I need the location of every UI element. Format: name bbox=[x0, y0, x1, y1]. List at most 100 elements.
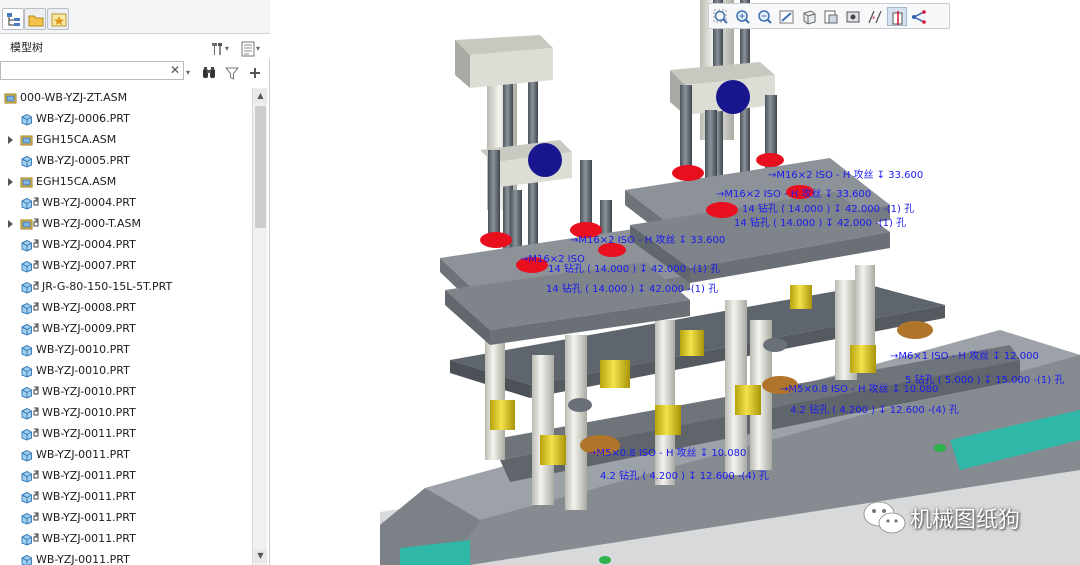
hole-annotation[interactable]: 14 钻孔 ( 14.000 ) ↧ 42.000 -(1) 孔 bbox=[742, 202, 914, 215]
chevron-down-icon[interactable]: ▾ bbox=[186, 65, 194, 81]
part-icon bbox=[20, 554, 33, 565]
tree-item[interactable]: WB-YZJ-0011.PRT bbox=[0, 445, 252, 466]
expand-arrow-icon[interactable] bbox=[7, 135, 15, 145]
part-icon bbox=[20, 386, 33, 399]
part-icon bbox=[20, 365, 33, 378]
tree-item-label: WB-YZJ-0011.PRT bbox=[42, 427, 136, 440]
hole-annotation[interactable]: 5 钻孔 ( 5.000 ) ↧ 15.000 -(1) 孔 bbox=[905, 373, 1064, 386]
zoom-out-icon[interactable] bbox=[755, 7, 775, 26]
scroll-down-icon[interactable]: ▼ bbox=[254, 549, 267, 563]
add-icon[interactable] bbox=[247, 65, 263, 81]
tree-item[interactable]: WB-YZJ-000-T.ASM bbox=[0, 214, 252, 235]
graphics-viewport[interactable]: →M16×2 ISO - H 攻丝 ↧ 33.600 14 钻孔 ( 14.000… bbox=[270, 0, 1080, 565]
tree-item[interactable]: WB-YZJ-0005.PRT bbox=[0, 151, 252, 172]
csys-display-icon[interactable] bbox=[909, 7, 929, 26]
assembly-icon bbox=[20, 134, 33, 147]
tree-item[interactable]: JR-G-80-150-15L-5T.PRT bbox=[0, 277, 252, 298]
tree-item[interactable]: WB-YZJ-0010.PRT bbox=[0, 382, 252, 403]
annotation-display-icon[interactable]: * bbox=[865, 7, 885, 26]
link-icon bbox=[33, 511, 41, 524]
tree-item-label: JR-G-80-150-15L-5T.PRT bbox=[42, 280, 173, 293]
tree-item-label: 000-WB-YZJ-ZT.ASM bbox=[20, 91, 128, 104]
tree-item-label: EGH15CA.ASM bbox=[36, 175, 117, 188]
tree-item-label: WB-YZJ-0005.PRT bbox=[36, 154, 130, 167]
hole-annotation[interactable]: →M5×0.8 ISO - H 攻丝 ↧ 10.080 bbox=[588, 446, 746, 459]
scroll-thumb[interactable] bbox=[255, 106, 266, 228]
tree-item-label: WB-YZJ-0011.PRT bbox=[42, 469, 136, 482]
part-icon bbox=[20, 155, 33, 168]
hole-annotation[interactable]: →M6×1 ISO - H 攻丝 ↧ 12.000 bbox=[890, 349, 1039, 362]
tree-item-label: WB-YZJ-0011.PRT bbox=[36, 553, 130, 565]
expand-arrow-icon[interactable] bbox=[7, 177, 15, 187]
tree-item[interactable]: EGH15CA.ASM bbox=[0, 130, 252, 151]
hole-annotation[interactable]: →M16×2 ISO - H 攻丝 ↧ 33.600 bbox=[716, 187, 871, 200]
link-icon bbox=[33, 217, 41, 230]
scroll-up-icon[interactable]: ▲ bbox=[254, 89, 267, 103]
tree-item-label: WB-YZJ-0011.PRT bbox=[42, 532, 136, 545]
tree-item[interactable]: WB-YZJ-0011.PRT bbox=[0, 508, 252, 529]
tree-item-label: WB-YZJ-0009.PRT bbox=[42, 322, 136, 335]
tree-item[interactable]: EGH15CA.ASM bbox=[0, 172, 252, 193]
link-icon bbox=[33, 406, 41, 419]
tree-item[interactable]: WB-YZJ-0011.PRT bbox=[0, 487, 252, 508]
navigator-tabs bbox=[0, 0, 270, 34]
chevron-down-icon[interactable]: ▾ bbox=[256, 41, 264, 57]
show-columns-icon[interactable] bbox=[240, 41, 256, 57]
tree-scrollbar[interactable]: ▲ ▼ bbox=[252, 88, 267, 565]
repaint-icon[interactable] bbox=[777, 7, 797, 26]
tree-item[interactable]: WB-YZJ-0010.PRT bbox=[0, 340, 252, 361]
view-toolbar: * bbox=[708, 3, 950, 29]
favorites-tab[interactable] bbox=[47, 8, 69, 30]
hole-annotation[interactable]: →M16×2 ISO - H 攻丝 ↧ 33.600 bbox=[570, 233, 725, 246]
filter-icon[interactable] bbox=[224, 65, 240, 81]
refit-icon[interactable] bbox=[711, 7, 731, 26]
hole-annotation[interactable]: →M16×2 ISO - H 攻丝 ↧ 33.600 bbox=[768, 168, 923, 181]
assembly-icon bbox=[4, 92, 17, 105]
tree-item[interactable]: WB-YZJ-0011.PRT bbox=[0, 529, 252, 550]
tree-item[interactable]: WB-YZJ-0004.PRT bbox=[0, 193, 252, 214]
close-icon[interactable]: ✕ bbox=[170, 63, 180, 77]
hole-annotation[interactable]: 14 钻孔 ( 14.000 ) ↧ 42.000 -(1) 孔 bbox=[548, 262, 720, 275]
link-icon bbox=[33, 427, 41, 440]
tree-item[interactable]: WB-YZJ-0010.PRT bbox=[0, 361, 252, 382]
tree-search-field[interactable]: ✕ bbox=[0, 61, 184, 82]
tree-search-input[interactable] bbox=[1, 65, 166, 82]
favorites-icon bbox=[51, 13, 67, 27]
hole-annotation[interactable]: 4.2 钻孔 ( 4.200 ) ↧ 12.600 -(4) 孔 bbox=[790, 403, 959, 416]
expand-arrow-icon[interactable] bbox=[7, 219, 15, 229]
tree-item-label: WB-YZJ-000-T.ASM bbox=[42, 217, 142, 230]
tree-item[interactable]: WB-YZJ-0011.PRT bbox=[0, 424, 252, 445]
tree-item[interactable]: WB-YZJ-0011.PRT bbox=[0, 550, 252, 565]
view-manager-icon[interactable] bbox=[843, 7, 863, 26]
tree-item[interactable]: 000-WB-YZJ-ZT.ASM bbox=[0, 88, 252, 109]
tree-item[interactable]: WB-YZJ-0006.PRT bbox=[0, 109, 252, 130]
binoculars-icon[interactable] bbox=[201, 65, 217, 81]
tree-item[interactable]: WB-YZJ-0009.PRT bbox=[0, 319, 252, 340]
zoom-in-icon[interactable] bbox=[733, 7, 753, 26]
display-style-icon[interactable] bbox=[799, 7, 819, 26]
tree-item-label: WB-YZJ-0007.PRT bbox=[42, 259, 136, 272]
part-icon bbox=[20, 197, 33, 210]
datum-display-icon[interactable] bbox=[887, 7, 907, 26]
hole-annotation[interactable]: 14 钻孔 ( 14.000 ) ↧ 42.000 -(1) 孔 bbox=[546, 282, 718, 295]
saved-views-icon[interactable] bbox=[821, 7, 841, 26]
part-icon bbox=[20, 323, 33, 336]
hole-annotation[interactable]: 14 钻孔 ( 14.000 ) ↧ 42.000 -(1) 孔 bbox=[734, 216, 906, 229]
folder-browser-tab[interactable] bbox=[24, 8, 46, 30]
assembly-icon bbox=[20, 218, 33, 231]
part-icon bbox=[20, 533, 33, 546]
tree-item[interactable]: WB-YZJ-0011.PRT bbox=[0, 466, 252, 487]
part-icon bbox=[20, 344, 33, 357]
tree-item[interactable]: WB-YZJ-0007.PRT bbox=[0, 256, 252, 277]
tree-item[interactable]: WB-YZJ-0008.PRT bbox=[0, 298, 252, 319]
link-icon bbox=[33, 469, 41, 482]
tree-item-label: WB-YZJ-0010.PRT bbox=[36, 364, 130, 377]
part-icon bbox=[20, 302, 33, 315]
tree-item-label: WB-YZJ-0011.PRT bbox=[36, 448, 130, 461]
chevron-down-icon[interactable]: ▾ bbox=[225, 41, 233, 57]
tree-item[interactable]: WB-YZJ-0004.PRT bbox=[0, 235, 252, 256]
model-tree-tab[interactable] bbox=[2, 8, 24, 30]
tree-item[interactable]: WB-YZJ-0010.PRT bbox=[0, 403, 252, 424]
settings-icon[interactable] bbox=[209, 41, 225, 57]
hole-annotation[interactable]: 4.2 钻孔 ( 4.200 ) ↧ 12.600 -(4) 孔 bbox=[600, 469, 769, 482]
